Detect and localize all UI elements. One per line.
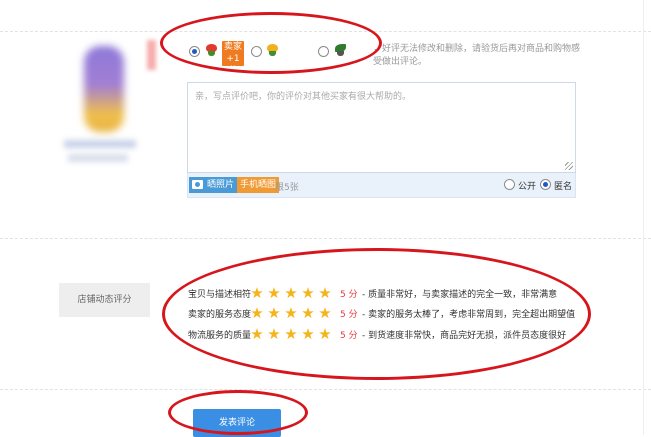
upload-photo-label: 晒照片 — [207, 180, 235, 190]
review-toolbar: 晒照片 手机晒图 限5张 公开 匿名 — [187, 173, 576, 198]
right-edge-line — [643, 0, 644, 435]
camera-icon — [192, 180, 203, 189]
visibility-anonymous-label: 匿名 — [554, 182, 573, 192]
product-thumbnail[interactable] — [58, 40, 150, 168]
bottom-divider — [0, 389, 651, 390]
visibility-anonymous-radio[interactable] — [540, 179, 551, 190]
annotation-ellipse-shop-rating — [162, 248, 591, 380]
review-placeholder: 亲，写点评价吧，你的评价对其他买家有很大帮助的。 — [195, 92, 412, 102]
annotation-ellipse-submit — [168, 390, 308, 435]
rating-notice-text: ，好评无法修改和删除，请验货后再对商品和购物感受做出评论。 — [373, 44, 581, 67]
shop-rating-section-label: 店铺动态评分 — [59, 283, 150, 317]
review-textarea[interactable]: 亲，写点评价吧，你的评价对其他买家有很大帮助的。 — [187, 82, 576, 173]
product-subtitle-blurred — [68, 154, 128, 162]
upload-photo-button[interactable]: 晒照片 — [189, 177, 238, 193]
mobile-photo-button[interactable]: 手机晒图 — [237, 177, 280, 193]
mobile-photo-label: 手机晒图 — [240, 180, 277, 190]
annotation-ellipse-rating — [160, 12, 382, 74]
visibility-public-radio[interactable] — [504, 179, 515, 190]
product-image — [84, 46, 124, 132]
middle-divider — [0, 238, 651, 239]
product-title-blurred — [64, 140, 136, 148]
visibility-public-label: 公开 — [518, 182, 537, 192]
product-tag-blurred — [147, 40, 156, 70]
resize-grip-icon[interactable] — [565, 162, 573, 170]
photo-limit-text: 限5张 — [275, 183, 299, 193]
